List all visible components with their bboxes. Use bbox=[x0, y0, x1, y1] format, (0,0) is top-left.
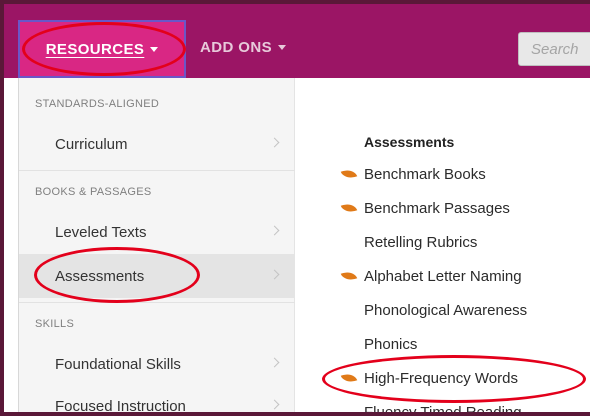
search-input[interactable] bbox=[519, 33, 590, 65]
link-benchmark-passages[interactable]: Benchmark Passages bbox=[340, 195, 510, 221]
link-phonics[interactable]: Phonics bbox=[342, 331, 417, 357]
sidebar-item-label: Curriculum bbox=[55, 135, 128, 153]
leaf-icon bbox=[340, 200, 358, 216]
leaf-icon bbox=[340, 370, 358, 386]
sidebar-item-label: Assessments bbox=[55, 267, 145, 285]
link-label: High-Frequency Words bbox=[364, 369, 518, 387]
section-heading-skills: SKILLS bbox=[35, 318, 75, 330]
panel-title: Assessments bbox=[364, 134, 455, 150]
leaf-icon bbox=[340, 166, 358, 182]
link-label: Alphabet Letter Naming bbox=[364, 267, 522, 285]
link-label: Benchmark Books bbox=[364, 165, 486, 183]
resources-menu-button[interactable]: RESOURCES bbox=[18, 20, 186, 78]
resources-sidebar: STANDARDS-ALIGNED Curriculum BOOKS & PAS… bbox=[18, 78, 295, 415]
resources-menu-label: RESOURCES bbox=[45, 40, 145, 58]
sidebar-item-curriculum[interactable]: Curriculum bbox=[19, 122, 295, 166]
chevron-right-icon bbox=[269, 399, 280, 410]
link-label: Phonological Awareness bbox=[364, 301, 528, 319]
top-navigation-bar: RESOURCES ADD ONS bbox=[4, 4, 590, 78]
sidebar-item-leveled-texts[interactable]: Leveled Texts bbox=[19, 210, 295, 254]
section-divider bbox=[19, 170, 295, 171]
caret-down-icon bbox=[150, 46, 159, 52]
section-heading-standards-aligned: STANDARDS-ALIGNED bbox=[35, 98, 160, 110]
link-label: Benchmark Passages bbox=[364, 199, 510, 217]
assessments-panel: Assessments Benchmark Books Benchmark Pa… bbox=[296, 78, 590, 416]
caret-down-icon bbox=[277, 45, 286, 50]
link-label: Phonics bbox=[364, 335, 418, 353]
link-phonological-awareness[interactable]: Phonological Awareness bbox=[342, 297, 527, 323]
chevron-right-icon bbox=[269, 137, 280, 148]
sidebar-item-assessments[interactable]: Assessments bbox=[19, 254, 295, 298]
sidebar-item-label: Foundational Skills bbox=[55, 355, 181, 373]
sidebar-item-label: Focused Instruction bbox=[55, 397, 186, 415]
link-retelling-rubrics[interactable]: Retelling Rubrics bbox=[342, 229, 477, 255]
link-label: Retelling Rubrics bbox=[364, 233, 478, 251]
search-box[interactable] bbox=[518, 32, 590, 66]
section-divider bbox=[19, 302, 295, 303]
screenshot-frame: RESOURCES ADD ONS STANDARDS-ALIGNED Curr… bbox=[0, 0, 590, 416]
sidebar-item-label: Leveled Texts bbox=[55, 223, 147, 241]
link-high-frequency-words[interactable]: High-Frequency Words bbox=[340, 365, 518, 391]
chevron-right-icon bbox=[269, 357, 280, 368]
add-ons-menu-button[interactable]: ADD ONS bbox=[200, 39, 286, 56]
link-benchmark-books[interactable]: Benchmark Books bbox=[340, 161, 486, 187]
sidebar-item-focused-instruction[interactable]: Focused Instruction bbox=[19, 384, 295, 415]
add-ons-menu-label: ADD ONS bbox=[200, 39, 272, 56]
section-heading-books-passages: BOOKS & PASSAGES bbox=[35, 186, 152, 198]
chevron-right-icon bbox=[269, 269, 280, 280]
sidebar-item-foundational-skills[interactable]: Foundational Skills bbox=[19, 342, 295, 386]
link-label: Fluency Timed Reading bbox=[364, 403, 522, 416]
link-fluency-timed-reading[interactable]: Fluency Timed Reading bbox=[342, 399, 522, 416]
chevron-right-icon bbox=[269, 225, 280, 236]
leaf-icon bbox=[340, 268, 358, 284]
link-alphabet-letter-naming[interactable]: Alphabet Letter Naming bbox=[340, 263, 522, 289]
